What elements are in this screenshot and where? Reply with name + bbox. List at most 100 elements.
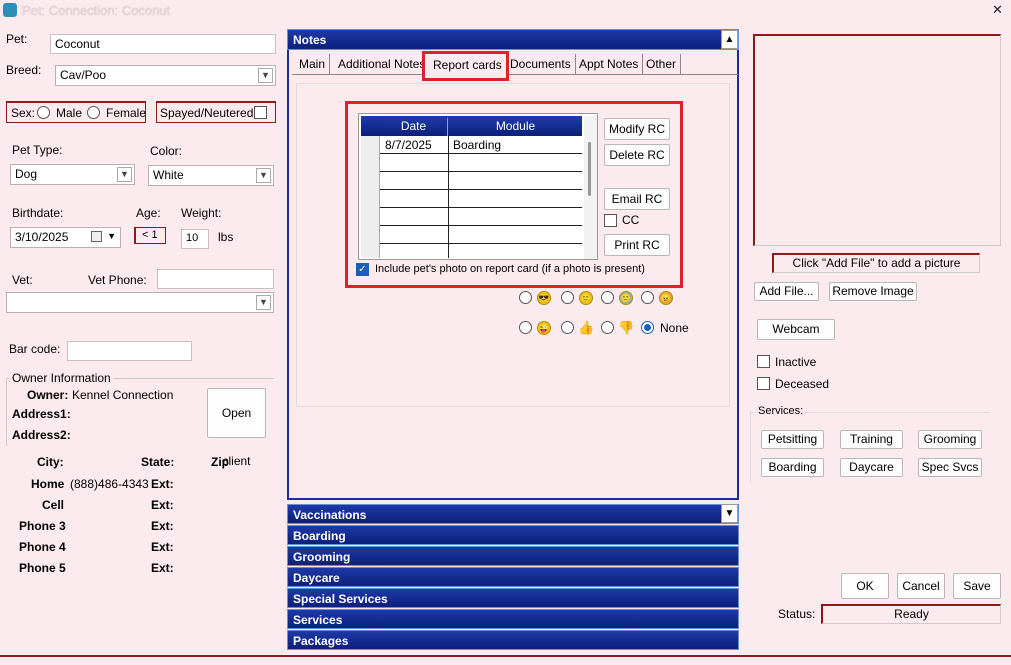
service-boarding-button[interactable]: Boarding [761, 458, 824, 477]
grid-cell-module[interactable]: Boarding [453, 138, 501, 152]
city-label: City: [37, 455, 64, 469]
weight-input[interactable]: 10 [181, 229, 209, 249]
rating-radio-cool[interactable] [519, 291, 532, 304]
age-label: Age: [136, 206, 161, 220]
notes-header[interactable]: Notes [287, 29, 739, 50]
close-icon[interactable]: ✕ [992, 2, 1003, 18]
rating-radio-thumbs-up[interactable] [561, 321, 574, 334]
owner-value: Kennel Connection [72, 388, 174, 402]
color-label: Color: [150, 144, 183, 158]
sex-female-radio[interactable] [87, 106, 100, 119]
section-special-services[interactable]: Special Services [287, 588, 739, 608]
tab-documents[interactable]: Documents [506, 54, 576, 74]
rating-radio-thumbs-down[interactable] [601, 321, 614, 334]
chevron-down-icon[interactable]: ▼ [107, 231, 116, 241]
chevron-down-icon[interactable]: ▼ [117, 167, 132, 182]
section-vaccinations[interactable]: Vaccinations [287, 504, 739, 524]
grid-col-date[interactable]: Date [380, 118, 448, 136]
include-photo-checkbox[interactable]: ✓ [356, 263, 369, 276]
pet-type-label: Pet Type: [12, 143, 63, 157]
section-grooming[interactable]: Grooming [287, 546, 739, 566]
chevron-up-icon[interactable]: ▲ [721, 30, 738, 49]
calendar-icon[interactable] [91, 231, 102, 242]
state-label: State: [141, 455, 175, 469]
remove-image-button[interactable]: Remove Image [829, 282, 917, 301]
vet-label: Vet: [12, 273, 33, 287]
cancel-button[interactable]: Cancel [897, 573, 945, 599]
services-label: Services: [756, 405, 806, 417]
add-file-button[interactable]: Add File... [754, 282, 819, 301]
modify-rc-button[interactable]: Modify RC [604, 118, 670, 140]
sex-female-label: Female [106, 106, 147, 120]
ok-button[interactable]: OK [841, 573, 889, 599]
home-label: Home [31, 477, 65, 491]
deceased-checkbox[interactable] [757, 377, 770, 390]
grid-scroll-thumb[interactable] [588, 142, 591, 196]
barcode-input[interactable] [67, 341, 192, 361]
service-grooming-button[interactable]: Grooming [918, 430, 982, 449]
spayed-checkbox[interactable] [254, 106, 267, 119]
color-select[interactable]: White ▼ [148, 165, 274, 186]
deceased-label: Deceased [775, 377, 830, 391]
zip-label: Zip [211, 455, 229, 469]
owner-section-label: Owner Information [10, 371, 113, 385]
chevron-down-icon[interactable]: ▼ [721, 504, 738, 523]
chevron-down-icon[interactable]: ▼ [256, 295, 271, 310]
rating-none-label: None [660, 321, 689, 335]
grid-scrollbar[interactable] [584, 116, 597, 259]
tab-main[interactable]: Main [295, 54, 331, 74]
pet-name-input[interactable]: Coconut [50, 34, 276, 54]
inactive-checkbox[interactable] [757, 355, 770, 368]
service-petsitting-button[interactable]: Petsitting [761, 430, 824, 449]
print-rc-button[interactable]: Print RC [604, 234, 670, 256]
section-packages[interactable]: Packages [287, 630, 739, 650]
tab-appt-notes[interactable]: Appt Notes [575, 54, 644, 74]
cc-checkbox[interactable] [604, 214, 617, 227]
rating-radio-sad[interactable] [601, 291, 614, 304]
tab-other[interactable]: Other [642, 54, 682, 74]
vet-select[interactable]: ▼ [6, 292, 274, 313]
grid-cell-date[interactable]: 8/7/2025 [385, 138, 432, 152]
wink-face-icon: 😜 [537, 321, 551, 335]
pet-label: Pet: [6, 32, 28, 46]
sex-label: Sex: [11, 106, 36, 120]
grid-col-module[interactable]: Module [449, 118, 582, 136]
email-rc-button[interactable]: Email RC [604, 188, 670, 210]
section-services[interactable]: Services [287, 609, 739, 629]
sex-male-radio[interactable] [37, 106, 50, 119]
save-button[interactable]: Save [953, 573, 1001, 599]
section-special-services-label: Special Services [293, 592, 388, 606]
birthdate-label: Birthdate: [12, 206, 64, 220]
vet-phone-input[interactable] [157, 269, 274, 289]
service-daycare-button[interactable]: Daycare [840, 458, 903, 477]
pet-type-select[interactable]: Dog ▼ [10, 164, 135, 185]
birthdate-picker[interactable]: 3/10/2025 ▼ [10, 227, 121, 248]
grid-row-lines [380, 136, 582, 258]
section-boarding-label: Boarding [293, 529, 346, 543]
age-value: < 1 [134, 227, 166, 244]
service-spec-svcs-button[interactable]: Spec Svcs [918, 458, 982, 477]
tab-report-cards[interactable]: Report cards [429, 55, 506, 75]
rating-radio-smile[interactable] [561, 291, 574, 304]
status-label: Status: [778, 607, 816, 621]
chevron-down-icon[interactable]: ▼ [256, 168, 271, 183]
delete-rc-button[interactable]: Delete RC [604, 144, 670, 166]
rating-radio-wink[interactable] [519, 321, 532, 334]
inactive-label: Inactive [775, 355, 817, 369]
report-cards-grid[interactable]: Date Module 8/7/2025 Boarding [358, 113, 598, 260]
rating-radio-angry[interactable] [641, 291, 654, 304]
rating-radio-none[interactable] [641, 321, 654, 334]
section-packages-label: Packages [293, 634, 349, 648]
tab-additional-notes[interactable]: Additional Notes [334, 54, 431, 74]
section-boarding[interactable]: Boarding [287, 525, 739, 545]
weight-unit: lbs [218, 230, 234, 244]
cell-label: Cell [42, 498, 65, 512]
chevron-down-icon[interactable]: ▼ [258, 68, 273, 83]
service-training-button[interactable]: Training [840, 430, 903, 449]
open-client-button[interactable]: Open client [207, 388, 266, 468]
color-value: White [153, 168, 184, 182]
webcam-button[interactable]: Webcam [757, 319, 835, 340]
breed-select[interactable]: Cav/Poo ▼ [55, 65, 276, 86]
section-daycare[interactable]: Daycare [287, 567, 739, 587]
section-vaccinations-label: Vaccinations [293, 508, 367, 522]
